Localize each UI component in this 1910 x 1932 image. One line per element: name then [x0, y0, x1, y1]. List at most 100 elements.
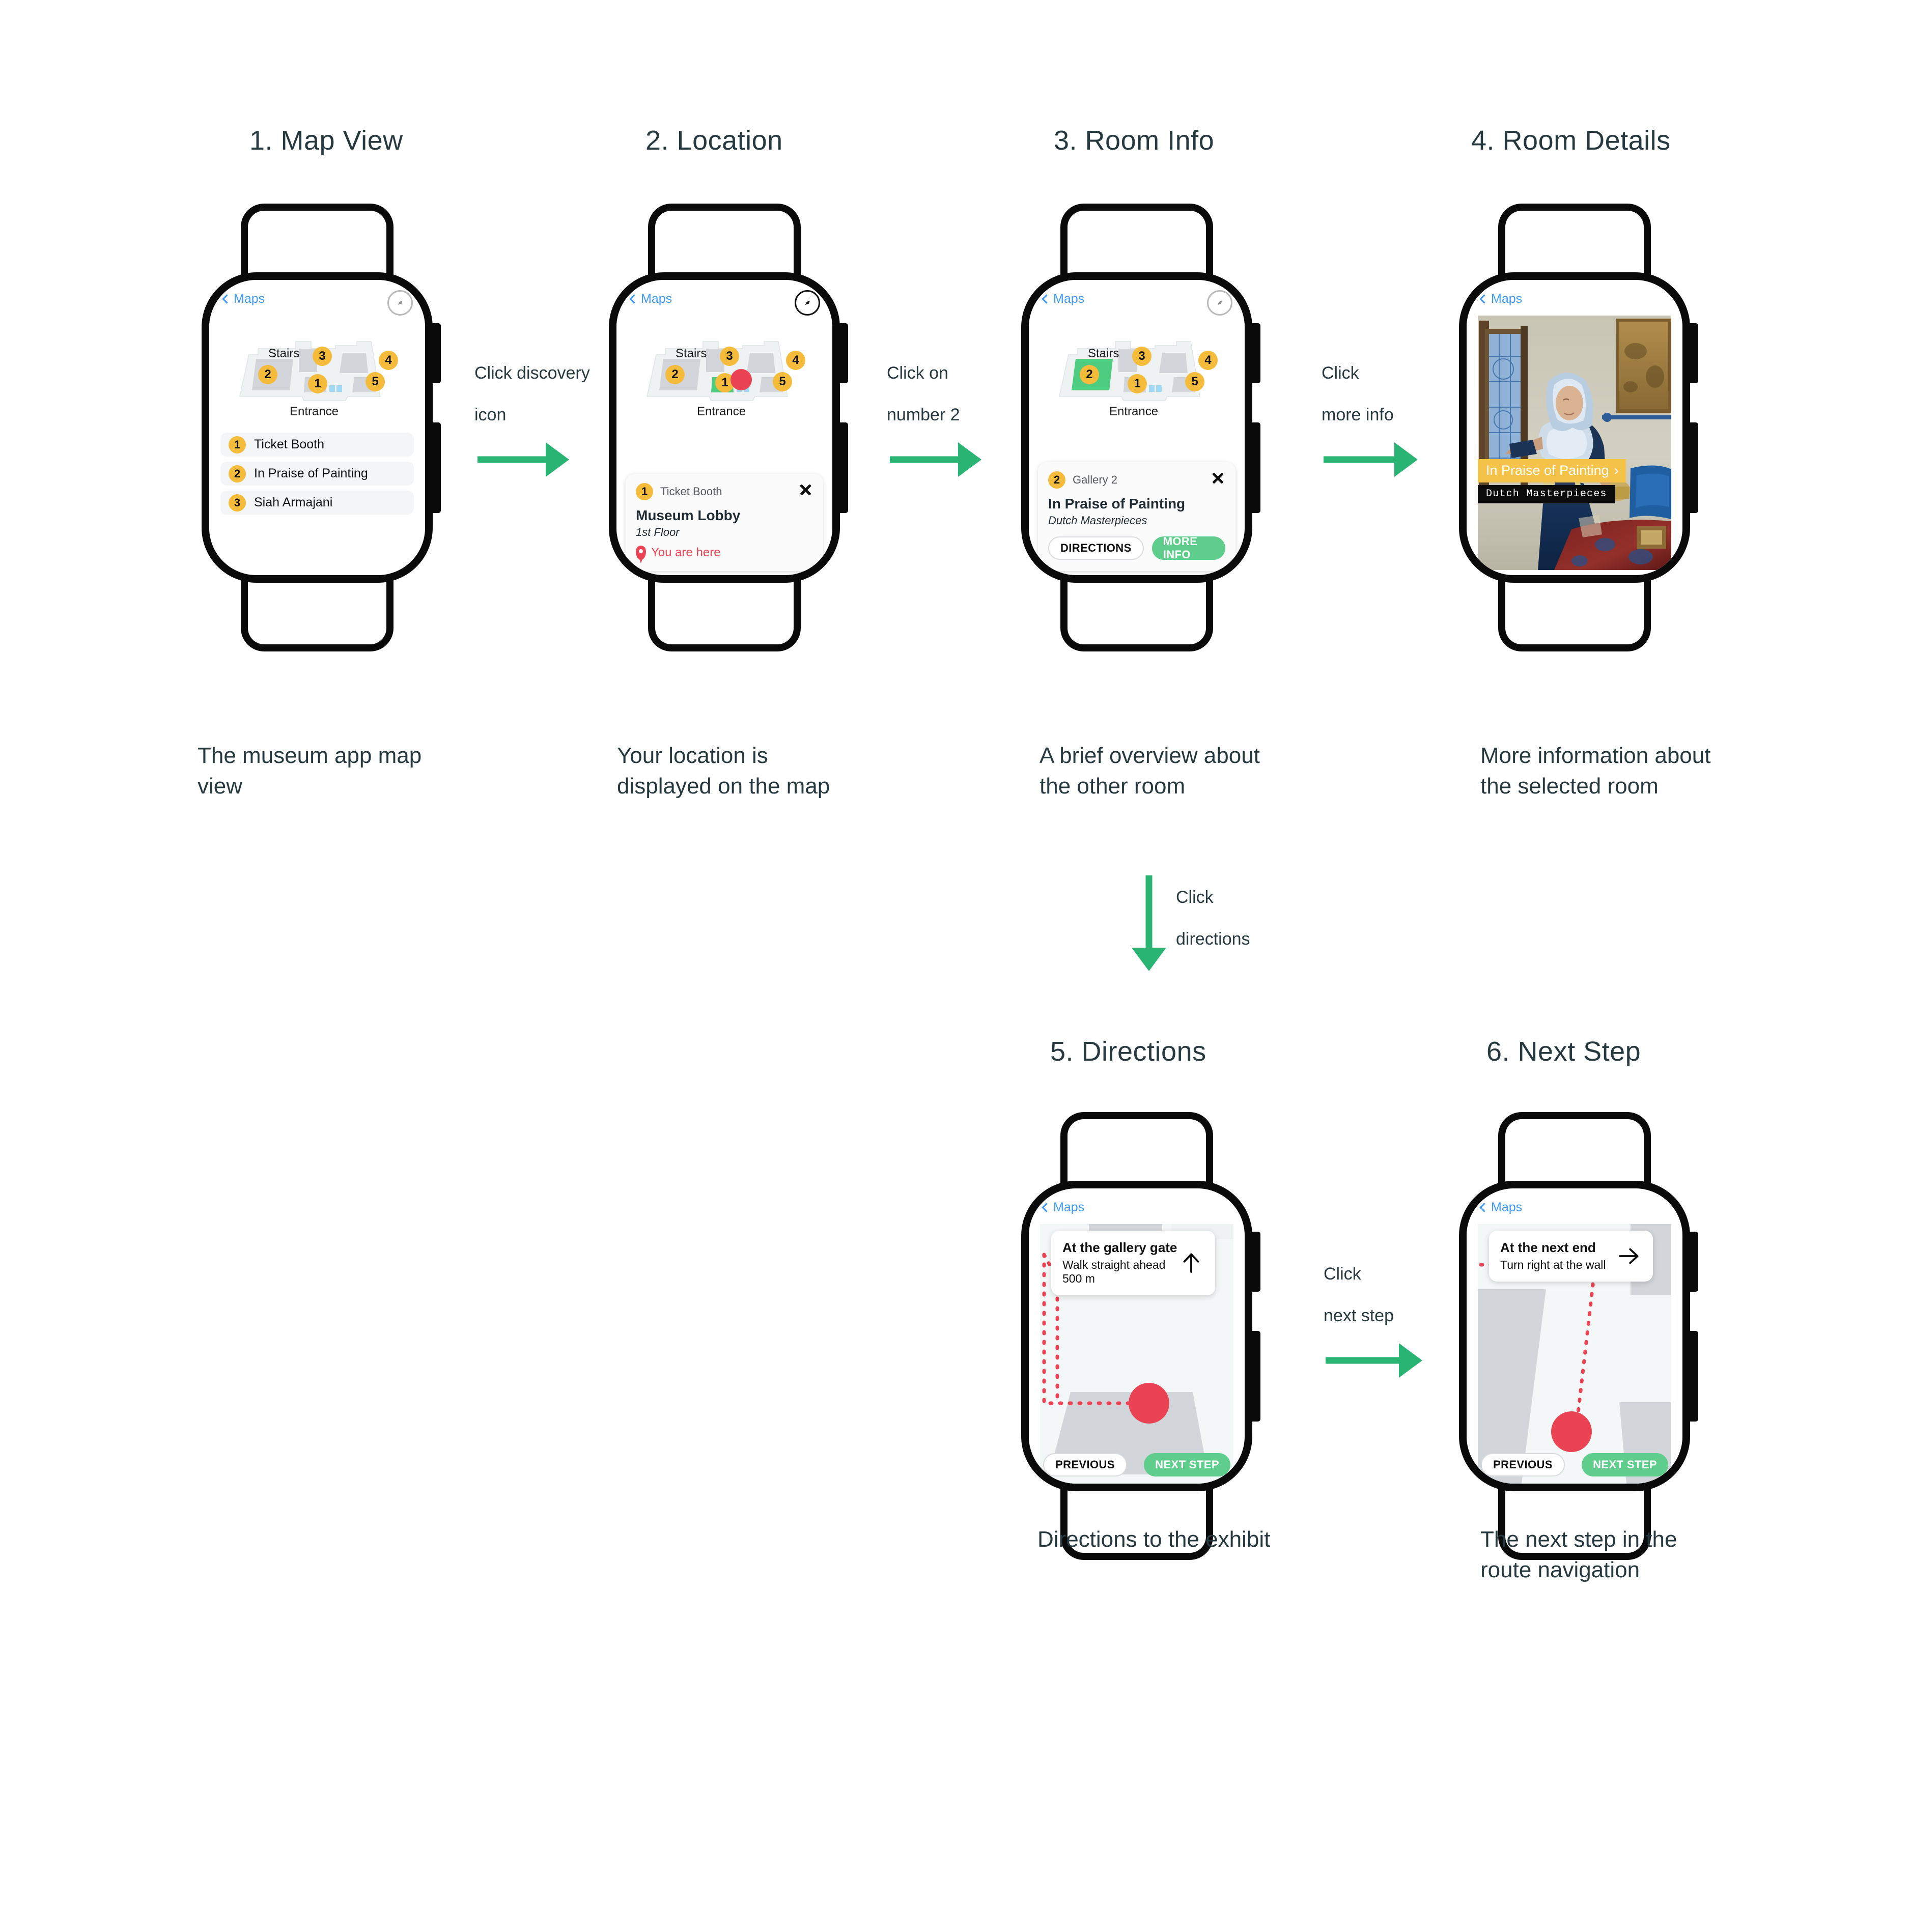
chevron-left-icon [1042, 294, 1051, 304]
transition-arrow-4 [1131, 875, 1167, 972]
caption-room-details: More information about the selected room [1480, 743, 1711, 799]
map-marker-5[interactable]: 5 [366, 372, 385, 391]
card-subtitle: 1st Floor [636, 526, 680, 538]
artwork-title-banner[interactable]: In Praise of Painting › [1478, 459, 1626, 482]
card-badge-label: Gallery 2 [1073, 473, 1118, 486]
nav-bar: Maps [1029, 1196, 1245, 1219]
map-marker-3[interactable]: 3 [720, 347, 739, 366]
transition-label-2-line2: number 2 [887, 405, 960, 424]
close-icon[interactable] [1210, 470, 1225, 486]
caption-room-info: A brief overview about the other room [1040, 743, 1260, 799]
map-marker-1[interactable]: 1 [308, 374, 327, 393]
location-detail-card: 1 Ticket Booth Museum Lobby 1st Floor Yo… [626, 474, 823, 571]
back-to-maps-link[interactable]: Maps [629, 291, 672, 306]
transition-arrow-3 [1324, 442, 1418, 477]
list-item[interactable]: 1 Ticket Booth [220, 433, 414, 457]
poi-number-badge: 1 [229, 436, 246, 453]
poi-label: Ticket Booth [254, 437, 325, 451]
step-title-directions: 5. Directions [1050, 1036, 1206, 1067]
previous-button[interactable]: PREVIOUS [1481, 1453, 1565, 1476]
museum-floor-map[interactable]: Stairs Entrance 3 4 2 1 5 [616, 328, 832, 420]
watch-device-room-info: Maps Stairs Entrance 3 4 2 1 5 2 Gallery… [1012, 204, 1261, 651]
watch-device-location: Maps Stairs Entrance 3 4 2 1 5 1 Ticket … [600, 204, 849, 651]
museum-floor-map[interactable]: Stairs Entrance 3 4 2 1 5 [1029, 328, 1245, 420]
screen-next-step: Maps At the next end Turn right at the w… [1467, 1188, 1682, 1484]
caption-location: Your location is displayed on the map [617, 743, 830, 799]
map-marker-2[interactable]: 2 [1080, 365, 1099, 384]
poi-number-badge: 3 [229, 494, 246, 512]
map-label-entrance: Entrance [1109, 405, 1159, 418]
compass-icon[interactable] [795, 290, 820, 316]
card-subtitle: Dutch Masterpieces [1048, 514, 1147, 527]
chevron-left-icon [1479, 1202, 1489, 1212]
transition-label-5-line2: next step [1324, 1306, 1394, 1325]
instruction-detail: Turn right at the wall [1500, 1258, 1606, 1271]
close-icon[interactable] [798, 482, 813, 497]
map-marker-3[interactable]: 3 [313, 347, 332, 366]
card-title: In Praise of Painting [1048, 496, 1186, 512]
map-marker-2[interactable]: 2 [665, 365, 685, 384]
compass-icon[interactable] [387, 290, 413, 316]
more-info-button[interactable]: MORE INFO [1151, 535, 1225, 561]
list-item[interactable]: 2 In Praise of Painting [220, 462, 414, 486]
route-actions: PREVIOUS NEXT STEP [1043, 1453, 1230, 1476]
step-title-map-view: 1. Map View [249, 125, 403, 156]
map-marker-2[interactable]: 2 [258, 365, 277, 384]
caption-next-step: The next step in the route navigation [1480, 1527, 1677, 1583]
caption-map-view: The museum app map view [198, 743, 422, 799]
flow-diagram-canvas: 1. Map View 2. Location 3. Room Info 4. … [0, 0, 1910, 1932]
map-marker-5[interactable]: 5 [1185, 372, 1204, 391]
card-title: Museum Lobby [636, 507, 741, 523]
map-marker-4[interactable]: 4 [786, 351, 805, 370]
screen-room-details: Maps In Praise of Painting › Dutch Maste… [1467, 280, 1682, 575]
map-marker-4[interactable]: 4 [1198, 351, 1218, 370]
back-to-maps-link[interactable]: Maps [1042, 291, 1085, 306]
step-title-room-details: 4. Room Details [1471, 125, 1671, 156]
map-label-stairs: Stairs [268, 347, 300, 360]
map-marker-5[interactable]: 5 [773, 372, 792, 391]
back-to-maps-link[interactable]: Maps [1479, 292, 1522, 306]
transition-label-1-line1: Click discovery [474, 363, 590, 383]
screen-room-info: Maps Stairs Entrance 3 4 2 1 5 2 Gallery… [1029, 280, 1245, 575]
instruction-text: At the gallery gate Walk straight ahead … [1062, 1240, 1177, 1286]
status-badge: You are here [636, 546, 813, 563]
list-item[interactable]: 3 Siah Armajani [220, 491, 414, 515]
screen-location: Maps Stairs Entrance 3 4 2 1 5 1 Ticket … [616, 280, 832, 575]
next-step-button[interactable]: NEXT STEP [1144, 1453, 1230, 1476]
poi-label: In Praise of Painting [254, 466, 368, 480]
back-to-maps-link[interactable]: Maps [222, 292, 265, 306]
watch-device-room-details: Maps In Praise of Painting › Dutch Maste… [1450, 204, 1699, 651]
artwork-image[interactable]: In Praise of Painting › Dutch Masterpiec… [1478, 316, 1671, 570]
back-label: Maps [1053, 291, 1085, 306]
next-step-button[interactable]: NEXT STEP [1582, 1453, 1668, 1476]
watch-device-map-view: Maps Stairs Entrance 3 4 2 1 5 1 Ticket … [192, 204, 442, 651]
watch-case: Maps [202, 272, 433, 583]
poi-label: Siah Armajani [254, 495, 333, 509]
nav-bar: Maps [209, 287, 425, 316]
watch-case: Maps [609, 272, 840, 583]
watch-device-directions: Maps At the gallery gate Walk straight a… [1012, 1112, 1261, 1560]
map-marker-3[interactable]: 3 [1132, 347, 1151, 366]
map-marker-4[interactable]: 4 [379, 351, 398, 370]
card-badge-label: Ticket Booth [660, 485, 722, 498]
directions-button[interactable]: DIRECTIONS [1048, 536, 1144, 560]
instruction-title: At the next end [1500, 1240, 1596, 1255]
back-label: Maps [641, 291, 672, 306]
map-label-entrance: Entrance [697, 405, 746, 418]
museum-floor-map[interactable]: Stairs Entrance 3 4 2 1 5 [209, 328, 425, 420]
map-marker-1[interactable]: 1 [1128, 374, 1147, 393]
watch-case: Maps [1459, 272, 1690, 583]
transition-arrow-2 [890, 442, 981, 477]
back-to-maps-link[interactable]: Maps [1042, 1200, 1085, 1215]
back-to-maps-link[interactable]: Maps [1479, 1200, 1522, 1215]
compass-icon[interactable] [1207, 290, 1232, 316]
step-title-next-step: 6. Next Step [1486, 1036, 1641, 1067]
previous-button[interactable]: PREVIOUS [1043, 1453, 1127, 1476]
chevron-left-icon [222, 294, 232, 304]
chevron-right-icon: › [1614, 463, 1619, 478]
back-label: Maps [1053, 1200, 1085, 1214]
transition-arrow-5 [1326, 1343, 1422, 1378]
arrow-up-icon [1183, 1253, 1199, 1273]
watch-case: Maps [1021, 1181, 1252, 1491]
route-actions: PREVIOUS NEXT STEP [1481, 1453, 1668, 1476]
